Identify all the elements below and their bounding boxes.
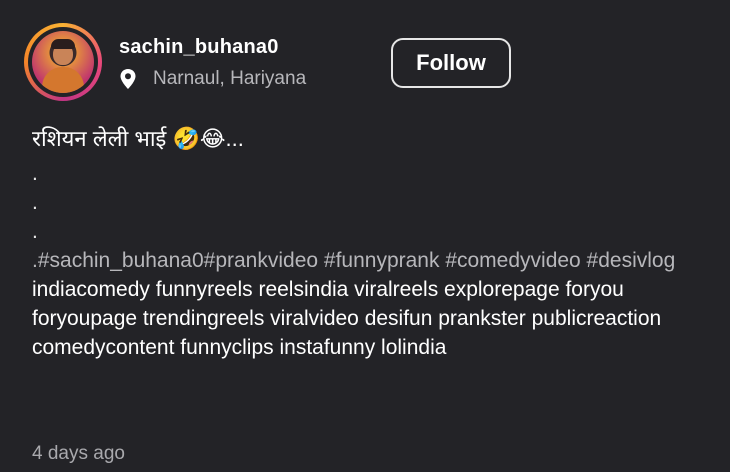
pin-icon bbox=[119, 68, 137, 90]
avatar-image bbox=[32, 31, 94, 93]
caption-title: रशियन लेली भाई 🤣😂... bbox=[32, 126, 244, 151]
avatar-hair bbox=[51, 39, 75, 49]
avatar-body bbox=[42, 67, 84, 93]
username[interactable]: sachin_buhana0 bbox=[119, 36, 279, 59]
caption-hashtags[interactable]: .#sachin_buhana0#prankvideo #funnyprank … bbox=[32, 249, 675, 272]
location-label: Narnaul, Hariyana bbox=[153, 68, 307, 89]
caption-tags: indiacomedy funnyreels reelsindia viralr… bbox=[32, 278, 662, 359]
caption-tags-block: .#sachin_buhana0#prankvideo #funnyprank … bbox=[32, 246, 692, 362]
post-timestamp: 4 days ago bbox=[32, 443, 125, 464]
avatar[interactable] bbox=[24, 23, 102, 101]
location[interactable]: Narnaul, Hariyana bbox=[119, 68, 306, 90]
post-container: sachin_buhana0 Narnaul, Hariyana Follow … bbox=[0, 0, 730, 472]
follow-button[interactable]: Follow bbox=[391, 38, 511, 88]
caption-dot: . bbox=[32, 220, 38, 243]
caption-dot: . bbox=[32, 191, 38, 214]
caption-dot: . bbox=[32, 162, 38, 185]
post-caption: रशियन लेली भाई 🤣😂... . . . .#sachin_buha… bbox=[32, 124, 692, 362]
